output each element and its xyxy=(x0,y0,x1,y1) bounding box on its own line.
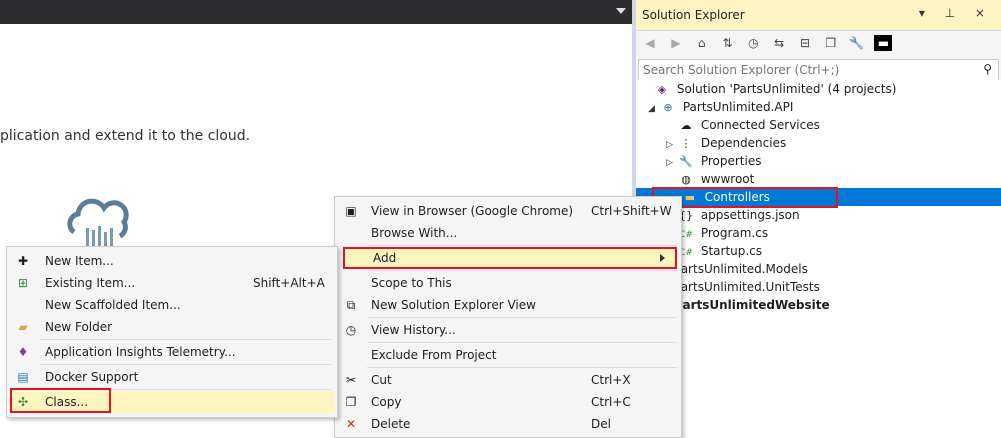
menu-separator xyxy=(367,367,677,368)
tree-item-connected-services[interactable]: ☁ Connected Services xyxy=(666,116,820,134)
tree-item-wwwroot[interactable]: ◍ wwwroot xyxy=(666,170,754,188)
document-tab-bar xyxy=(0,0,632,24)
new-item-icon: ✚ xyxy=(17,254,29,268)
sync-icon[interactable]: ⇆ xyxy=(771,35,787,51)
properties-wrench-icon[interactable]: 🔧 xyxy=(849,35,865,51)
tree-item-project-models[interactable]: PartsUnlimited.Models xyxy=(674,260,808,278)
menu-item-delete[interactable]: ✕ Delete Del xyxy=(337,413,679,435)
solution-explorer-title: Solution Explorer xyxy=(642,8,745,22)
menu-separator xyxy=(367,270,677,271)
copy-icon: ❐ xyxy=(345,395,357,409)
context-menu: ▣ View in Browser (Google Chrome) Ctrl+S… xyxy=(334,196,682,438)
solution-tree: ◈ Solution 'PartsUnlimited' (4 projects)… xyxy=(636,80,1001,426)
submenu-item-docker-support[interactable]: ▤ Docker Support xyxy=(9,366,335,388)
class-annotation-box xyxy=(10,388,111,413)
search-icon[interactable]: ⚲ xyxy=(983,62,992,76)
tree-item-project-api[interactable]: ◢ ⊕ PartsUnlimited.API xyxy=(648,98,793,116)
menu-item-view-in-browser[interactable]: ▣ View in Browser (Google Chrome) Ctrl+S… xyxy=(337,200,679,222)
new-folder-icon: ▰ xyxy=(18,320,28,334)
cloud-icon xyxy=(67,198,129,246)
menu-item-exclude-from-project[interactable]: Exclude From Project xyxy=(337,344,679,366)
history-icon: ◷ xyxy=(345,323,357,337)
menu-separator xyxy=(39,364,331,365)
menu-separator xyxy=(39,339,331,340)
back-icon[interactable]: ◀ xyxy=(642,35,658,51)
solution-explorer-titlebar: Solution Explorer ▾ ⊥ × xyxy=(636,0,1001,31)
submenu-item-new-folder[interactable]: ▰ New Folder xyxy=(9,316,335,338)
tree-item-dependencies[interactable]: ▷ ⋮ Dependencies xyxy=(666,134,786,152)
web-project-icon: ⊕ xyxy=(663,101,673,114)
home-icon[interactable]: ⌂ xyxy=(694,35,710,51)
menu-item-scope-to-this[interactable]: Scope to This xyxy=(337,272,679,294)
submenu-item-app-insights[interactable]: ♦ Application Insights Telemetry... xyxy=(9,341,335,363)
submenu-arrow-icon xyxy=(660,254,665,262)
show-all-files-icon[interactable]: ❐ xyxy=(823,35,839,51)
intro-text: plication and extend it to the cloud. xyxy=(0,128,251,144)
menu-item-cut[interactable]: ✂ Cut Ctrl+X xyxy=(337,369,679,391)
browser-icon: ▣ xyxy=(345,204,357,218)
solution-explorer-toolbar: ◀ ▶ ⌂ ⇅ ◷ ⇆ ⊟ ❐ 🔧 ▬ xyxy=(636,31,1001,57)
menu-item-new-solution-explorer-view[interactable]: ⧉ New Solution Explorer View xyxy=(337,294,679,316)
existing-item-icon: ⊞ xyxy=(17,276,29,290)
search-input[interactable] xyxy=(639,60,965,80)
tree-item-solution[interactable]: ◈ Solution 'PartsUnlimited' (4 projects) xyxy=(642,80,897,98)
submenu-item-new-scaffolded-item[interactable]: New Scaffolded Item... xyxy=(9,294,335,316)
solution-icon: ◈ xyxy=(657,83,667,96)
solution-explorer-search[interactable]: ⚲ xyxy=(638,59,999,81)
dependencies-icon: ⋮ xyxy=(680,137,692,150)
menu-item-copy[interactable]: ❐ Copy Ctrl+C xyxy=(337,391,679,413)
delete-icon: ✕ xyxy=(345,417,357,431)
menu-item-view-history[interactable]: ◷ View History... xyxy=(337,319,679,341)
new-view-icon: ⧉ xyxy=(346,298,356,312)
connected-services-icon: ☁ xyxy=(680,119,692,132)
menu-separator xyxy=(367,317,677,318)
pending-changes-filter-icon[interactable]: ◷ xyxy=(745,35,761,51)
forward-icon[interactable]: ▶ xyxy=(668,35,684,51)
collapse-all-icon[interactable]: ⊟ xyxy=(797,35,813,51)
menu-item-add[interactable]: Add xyxy=(343,247,677,269)
tree-item-appsettings[interactable]: {} appsettings.json xyxy=(666,206,800,224)
wrench-icon: 🔧 xyxy=(679,155,693,168)
panel-window-controls[interactable]: ▾ ⊥ × xyxy=(919,6,993,20)
submenu-item-existing-item[interactable]: ⊞ Existing Item... Shift+Alt+A xyxy=(9,272,335,294)
docker-icon: ▤ xyxy=(17,370,29,384)
tab-overflow-dropdown-icon[interactable] xyxy=(616,8,626,14)
preview-selected-items-icon[interactable]: ▬ xyxy=(874,35,893,51)
solution-explorer-panel: Solution Explorer ▾ ⊥ × ◀ ▶ ⌂ ⇅ ◷ ⇆ ⊟ ❐ … xyxy=(636,0,1001,426)
tree-item-project-unittests[interactable]: PartsUnlimited.UnitTests xyxy=(674,278,820,296)
menu-separator xyxy=(367,342,677,343)
scissors-icon: ✂ xyxy=(345,373,357,387)
switch-views-icon[interactable]: ⇅ xyxy=(719,35,735,51)
submenu-item-new-item[interactable]: ✚ New Item... xyxy=(9,250,335,272)
tree-item-project-website[interactable]: PartsUnlimitedWebsite xyxy=(674,296,830,314)
app-insights-icon: ♦ xyxy=(17,345,29,359)
menu-item-browse-with[interactable]: Browse With... xyxy=(337,222,679,244)
tree-item-properties[interactable]: ▷ 🔧 Properties xyxy=(666,152,761,170)
menu-separator xyxy=(367,245,677,246)
